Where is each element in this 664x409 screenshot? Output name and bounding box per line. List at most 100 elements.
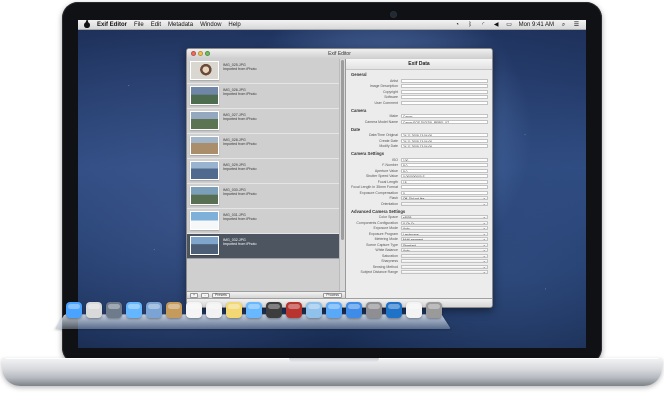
- menu-help[interactable]: Help: [228, 22, 240, 28]
- exif-text-field[interactable]: [401, 89, 488, 94]
- exif-select-field[interactable]: Landscape: [401, 231, 488, 236]
- minimize-icon[interactable]: [198, 51, 203, 56]
- photo-subtitle: Imported from iPhoto: [223, 217, 257, 221]
- time-machine-icon[interactable]: ◔: [454, 22, 461, 28]
- itunes-icon[interactable]: [326, 302, 342, 318]
- exif-text-field[interactable]: Canon EOS DIGITAL REBEL XT: [401, 119, 488, 124]
- exif-text-field[interactable]: 0: [401, 190, 488, 195]
- exif-text-field[interactable]: [401, 100, 488, 105]
- exif-field-row: Exposure Compensation 0: [346, 190, 492, 196]
- finder-icon[interactable]: [66, 302, 82, 318]
- photo-row[interactable]: IMG_032.JPG Imported from iPhoto: [187, 234, 345, 259]
- photo-thumbnail: [190, 111, 219, 130]
- exif-select-field[interactable]: Auto: [401, 248, 488, 253]
- bluetooth-icon[interactable]: ᛒ: [467, 22, 474, 28]
- photo-row[interactable]: IMG_027.JPG Imported from iPhoto: [187, 109, 345, 134]
- exif-text-field[interactable]: Canon: [401, 114, 488, 119]
- documents-icon[interactable]: [406, 302, 422, 318]
- mail-icon[interactable]: [146, 302, 162, 318]
- exif-field-row: Shutter Speed Value 0.000000000 S: [346, 174, 492, 180]
- photo-row[interactable]: IMG_029.JPG Imported from iPhoto: [187, 159, 345, 184]
- system-preferences-icon[interactable]: [366, 302, 382, 318]
- photo-browser: IMG_025.JPG Imported from iPhoto IMG_026.J…: [187, 59, 346, 299]
- menu-window[interactable]: Window: [200, 22, 221, 28]
- notes-icon[interactable]: [226, 302, 242, 318]
- photo-row[interactable]: IMG_030.JPG Imported from iPhoto: [187, 184, 345, 209]
- launchpad-icon[interactable]: [86, 302, 102, 318]
- close-icon[interactable]: [191, 51, 196, 56]
- menu-metadata[interactable]: Metadata: [168, 22, 193, 28]
- apple-icon[interactable]: [84, 21, 90, 28]
- volume-icon[interactable]: ◀: [493, 22, 500, 28]
- exif-text-field[interactable]: 8.0: [401, 163, 488, 168]
- exif-select-field[interactable]: [401, 201, 488, 206]
- exif-select-field[interactable]: [401, 253, 488, 258]
- exif-text-field[interactable]: [401, 95, 488, 100]
- exif-text-field[interactable]: [401, 78, 488, 83]
- menu-app-name[interactable]: Exif Editor: [97, 22, 127, 28]
- notification-center-icon[interactable]: ☰: [573, 22, 580, 28]
- exif-select-field[interactable]: sRGB: [401, 215, 488, 220]
- contacts-icon[interactable]: [166, 302, 182, 318]
- exif-select-field[interactable]: [401, 270, 488, 275]
- zoom-icon[interactable]: [205, 51, 210, 56]
- exif-select-field[interactable]: [401, 264, 488, 269]
- exif-text-field[interactable]: [401, 185, 488, 190]
- exif-field-label: Exposure Compensation: [359, 190, 398, 195]
- photo-row[interactable]: IMG_026.JPG Imported from iPhoto: [187, 84, 345, 109]
- exif-field-row: Aperture Value 8.0: [346, 168, 492, 174]
- menu-edit[interactable]: Edit: [151, 22, 161, 28]
- facetime-icon[interactable]: [266, 302, 282, 318]
- exif-select-field[interactable]: [401, 259, 488, 264]
- menu-clock[interactable]: Mon 9:41 AM: [519, 22, 554, 28]
- trash-icon[interactable]: [426, 302, 442, 318]
- wifi-icon[interactable]: ◜: [480, 22, 487, 28]
- window-title: Exif Editor: [328, 51, 351, 57]
- exif-field-label: Flash: [389, 196, 398, 201]
- exif-field-row: Exposure Program Landscape: [346, 231, 492, 237]
- exif-select-field[interactable]: Standard: [401, 242, 488, 247]
- exif-text-field[interactable]: 18: [401, 179, 488, 184]
- photo-row[interactable]: IMG_028.JPG Imported from iPhoto: [187, 134, 345, 159]
- app-store-icon[interactable]: [346, 302, 362, 318]
- calendar-icon[interactable]: [186, 302, 202, 318]
- spotlight-icon[interactable]: ⌕: [560, 22, 567, 28]
- exif-field-label: Make: [389, 114, 398, 119]
- menu-file[interactable]: File: [134, 22, 144, 28]
- exif-field-label: Modify Date: [379, 144, 398, 149]
- exif-field-label: User Comment: [374, 100, 398, 105]
- photo-meta: IMG_029.JPG Imported from iPhoto: [223, 161, 257, 171]
- exif-text-field[interactable]: 24.11.2009 13:04:06: [401, 133, 488, 138]
- iphoto-icon[interactable]: [306, 302, 322, 318]
- exif-text-field[interactable]: 8.0: [401, 168, 488, 173]
- exif-select-field[interactable]: Multi-segment: [401, 237, 488, 242]
- photo-list-scroll-thumb[interactable]: [341, 60, 344, 240]
- messages-icon[interactable]: [246, 302, 262, 318]
- camera-icon: [391, 12, 396, 17]
- preview-icon[interactable]: [386, 302, 402, 318]
- exif-text-field[interactable]: 100: [401, 157, 488, 162]
- exif-text-field[interactable]: 24.11.2009 13:04:06: [401, 138, 488, 143]
- exif-select-field[interactable]: Y Cb Cr -: [401, 220, 488, 225]
- exif-field-row: Scene Capture Type Standard: [346, 242, 492, 248]
- photo-thumbnail: [190, 61, 219, 80]
- reminders-icon[interactable]: [206, 302, 222, 318]
- photo-subtitle: Imported from iPhoto: [223, 142, 257, 146]
- exif-select-field[interactable]: Off, Did not fire: [401, 196, 488, 201]
- exif-text-field[interactable]: [401, 84, 488, 89]
- exif-field-label: F-Number: [382, 163, 398, 168]
- section-title: Camera: [351, 107, 367, 113]
- exif-text-field[interactable]: 0.000000000 S: [401, 174, 488, 179]
- photo-row[interactable]: IMG_031.JPG Imported from iPhoto: [187, 209, 345, 234]
- photo-row[interactable]: IMG_025.JPG Imported from iPhoto: [187, 59, 345, 84]
- exif-field-row: Modify Date 24.11.2009 13:04:06: [346, 144, 492, 150]
- safari-icon[interactable]: [126, 302, 142, 318]
- exif-field-label: Focal Length: [377, 179, 398, 184]
- photo-list-scrollbar[interactable]: [339, 59, 345, 291]
- photo-booth-icon[interactable]: [286, 302, 302, 318]
- mission-control-icon[interactable]: [106, 302, 122, 318]
- exif-select-field[interactable]: Auto: [401, 226, 488, 231]
- exif-text-field[interactable]: 24.11.2009 13:04:06: [401, 144, 488, 149]
- battery-icon[interactable]: ▭: [506, 22, 513, 28]
- photo-meta: IMG_028.JPG Imported from iPhoto: [223, 136, 257, 146]
